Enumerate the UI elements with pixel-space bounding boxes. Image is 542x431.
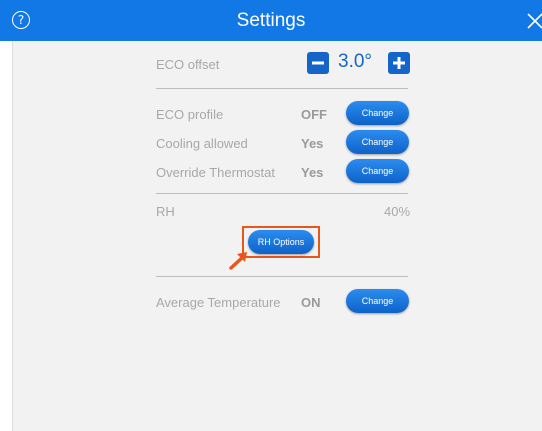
minus-button[interactable] (307, 52, 329, 74)
eco-profile-label: ECO profile (156, 107, 224, 122)
minus-icon (312, 61, 324, 65)
left-edge (0, 41, 13, 431)
divider (156, 193, 408, 194)
average-temperature-change-button[interactable]: Change (346, 289, 409, 313)
rh-options-button[interactable]: RH Options (248, 230, 314, 254)
close-icon[interactable] (526, 12, 542, 30)
average-temperature-value: ON (301, 295, 321, 310)
page-title: Settings (236, 10, 306, 31)
cooling-allowed-change-button[interactable]: Change (346, 130, 409, 154)
plus-button[interactable] (388, 52, 410, 74)
eco-offset-label: ECO offset (156, 57, 220, 72)
rh-value: 40% (384, 204, 411, 219)
eco-profile-change-button[interactable]: Change (346, 101, 409, 125)
cooling-allowed-value: Yes (301, 136, 324, 151)
eco-profile-value: OFF (301, 107, 327, 122)
divider (156, 276, 408, 277)
eco-offset-value: 3.0° (338, 51, 373, 72)
divider (156, 88, 408, 89)
override-thermostat-value: Yes (301, 165, 324, 180)
annotation-arrow-icon (229, 252, 247, 270)
settings-screen: ? Settings ECO offset 3.0° ECO profile O… (0, 0, 542, 431)
plus-icon (393, 57, 405, 69)
cooling-allowed-label: Cooling allowed (156, 136, 248, 151)
rh-label: RH (156, 204, 175, 219)
override-thermostat-label: Override Thermostat (156, 165, 275, 180)
override-thermostat-change-button[interactable]: Change (346, 159, 409, 183)
average-temperature-label: Average Temperature (156, 295, 281, 310)
title-bar: ? Settings (0, 0, 542, 41)
